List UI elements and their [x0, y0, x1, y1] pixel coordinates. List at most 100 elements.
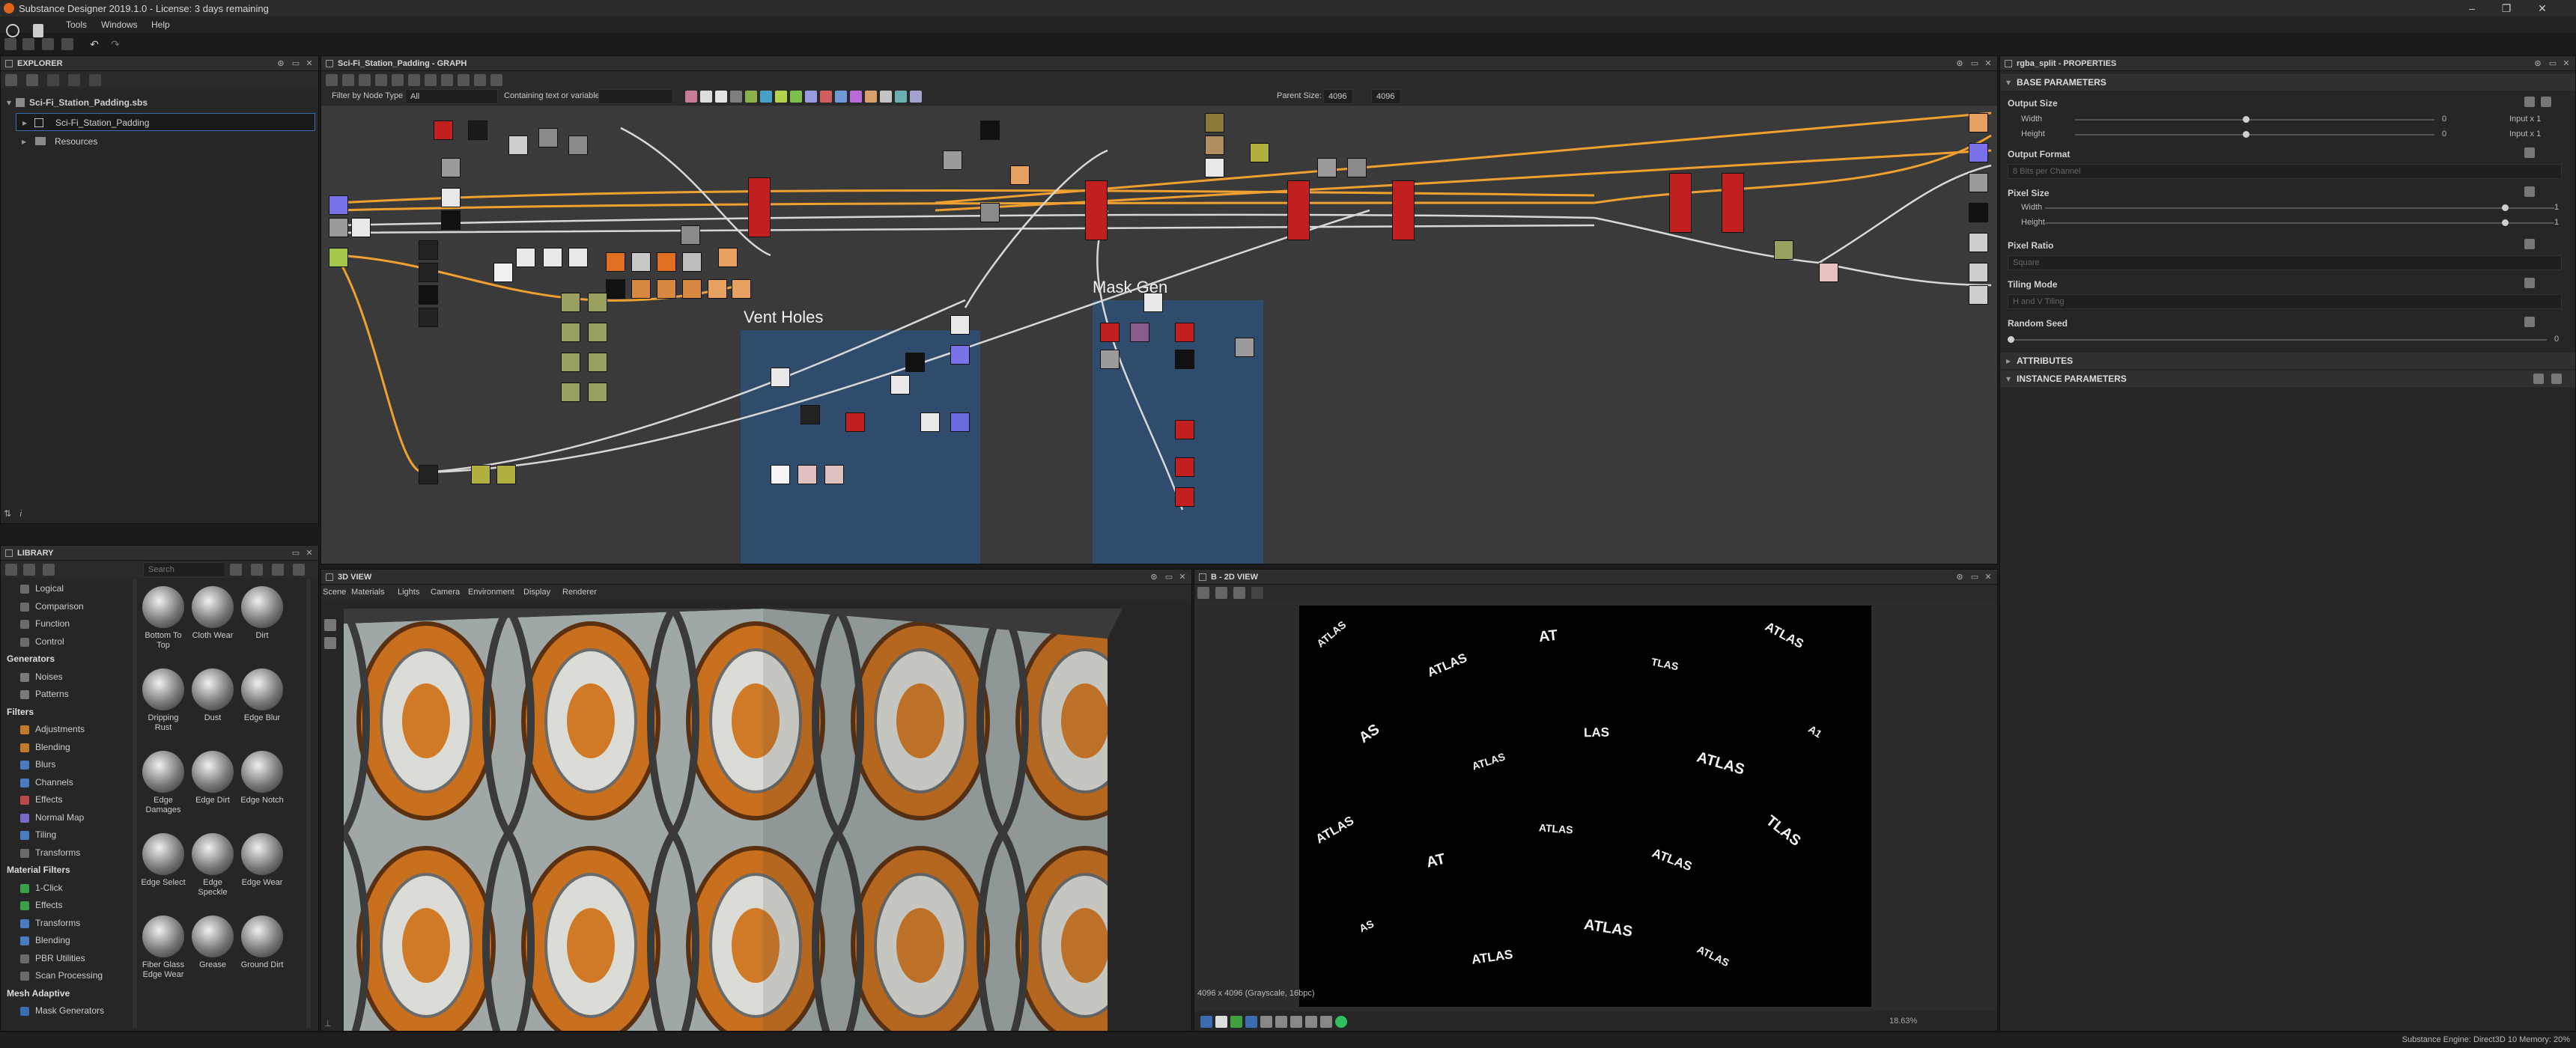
graph-node[interactable]: [568, 248, 588, 267]
graph-node[interactable]: [845, 412, 865, 432]
graph-node[interactable]: [631, 279, 651, 299]
library-category-header[interactable]: Generators: [7, 654, 55, 664]
palette-icon[interactable]: [730, 91, 742, 103]
graph-node[interactable]: [606, 279, 625, 299]
3d-viewport[interactable]: [344, 609, 1123, 1031]
graph-node[interactable]: [419, 465, 438, 484]
graph-node[interactable]: [471, 465, 490, 484]
graph-node-output[interactable]: [1969, 113, 1988, 132]
graph-node[interactable]: [588, 323, 607, 342]
graph-node[interactable]: [1317, 158, 1337, 177]
palette-icon[interactable]: [880, 91, 892, 103]
graph-node[interactable]: [606, 252, 625, 272]
library-category-item[interactable]: Effects: [35, 900, 62, 910]
select-tool-icon[interactable]: [326, 74, 338, 86]
link-icon[interactable]: [2524, 186, 2535, 197]
random-seed-slider[interactable]: [2008, 339, 2547, 341]
library-category-item[interactable]: Normal Map: [35, 812, 84, 823]
new-icon[interactable]: [4, 38, 16, 50]
section-attributes[interactable]: ▸ ATTRIBUTES: [2000, 353, 2575, 369]
maximize-button[interactable]: ❐: [2489, 0, 2524, 16]
pin-icon[interactable]: ⊙: [1149, 573, 1158, 582]
palette-icon[interactable]: [685, 91, 697, 103]
tiling-mode-select[interactable]: H and V Tiling: [2008, 294, 2562, 309]
graph-node[interactable]: [950, 315, 970, 335]
graph-node[interactable]: [980, 203, 1000, 222]
library-thumbnail[interactable]: [192, 916, 234, 957]
pixel-height-value[interactable]: 1: [2554, 218, 2559, 227]
graph-node[interactable]: [1774, 240, 1793, 260]
pixel-width-slider[interactable]: [2045, 207, 2554, 209]
camera-icon[interactable]: [359, 74, 371, 86]
library-scrollbar[interactable]: [133, 579, 137, 1028]
library-category-item[interactable]: Scan Processing: [35, 970, 103, 981]
graph-node[interactable]: [950, 345, 970, 365]
grid-icon[interactable]: [1260, 1016, 1272, 1028]
graph-node[interactable]: [1143, 293, 1163, 312]
output-height-knob[interactable]: [2243, 131, 2250, 138]
graph-node-blend[interactable]: [1669, 173, 1692, 233]
settings-icon[interactable]: [293, 564, 305, 576]
library-category-header[interactable]: Filters: [7, 707, 34, 717]
graph-node[interactable]: [419, 263, 438, 282]
graph-node[interactable]: [1235, 338, 1254, 357]
graph-node[interactable]: [543, 248, 562, 267]
edit-icon[interactable]: [2533, 374, 2544, 384]
section-instance-parameters[interactable]: ▾ INSTANCE PARAMETERS: [2000, 371, 2575, 387]
graph-node[interactable]: [441, 158, 461, 177]
close-icon[interactable]: ✕: [1984, 59, 1993, 68]
palette-icon[interactable]: [820, 91, 832, 103]
new-graph-icon[interactable]: [22, 38, 34, 50]
undo-icon[interactable]: ↶: [88, 38, 100, 50]
library-category-header[interactable]: Material Filters: [7, 865, 70, 875]
graph-node[interactable]: [708, 279, 727, 299]
menu-windows[interactable]: Windows: [101, 19, 138, 30]
random-seed-knob[interactable]: [2008, 336, 2014, 343]
library-category-item[interactable]: Tiling: [35, 829, 56, 840]
menu-tools[interactable]: Tools: [66, 19, 87, 30]
graph-node[interactable]: [561, 383, 580, 402]
graph-node[interactable]: [681, 225, 700, 245]
library-thumbnail[interactable]: [241, 751, 283, 793]
library-edit-icon[interactable]: [43, 564, 55, 576]
palette-icon[interactable]: [745, 91, 757, 103]
graph-node[interactable]: [980, 121, 1000, 140]
pin-icon[interactable]: ⊙: [1955, 573, 1964, 582]
graph-node-blend[interactable]: [1722, 173, 1744, 233]
link-icon[interactable]: [2524, 278, 2535, 288]
library-category-item[interactable]: Blending: [35, 742, 70, 752]
library-category-header[interactable]: Mesh Adaptive: [7, 988, 70, 999]
library-view-icon[interactable]: [5, 564, 17, 576]
library-category-item[interactable]: Function: [35, 618, 70, 629]
save-image-icon[interactable]: [1215, 587, 1227, 599]
menu-environment[interactable]: Environment: [468, 588, 514, 597]
graph-node[interactable]: [771, 368, 790, 387]
library-thumbnail[interactable]: [241, 586, 283, 628]
grid-view-icon[interactable]: [272, 564, 284, 576]
pixel-ratio-select[interactable]: Square: [2008, 255, 2562, 270]
library-thumbnail[interactable]: [192, 586, 234, 628]
menu-scene[interactable]: Scene: [323, 588, 346, 597]
graph-node-blend[interactable]: [1392, 180, 1415, 240]
pan-tool-icon[interactable]: [342, 74, 354, 86]
library-thumbnail[interactable]: [241, 833, 283, 875]
expand-arrow-icon[interactable]: ▸: [22, 114, 27, 132]
graph-node[interactable]: [561, 293, 580, 312]
graph-node[interactable]: [1130, 323, 1149, 342]
link-icon[interactable]: [2524, 317, 2535, 327]
graph-node[interactable]: [419, 240, 438, 260]
settings-icon[interactable]: [474, 74, 486, 86]
layout-icon[interactable]: [458, 74, 470, 86]
graph-node-output[interactable]: [1969, 143, 1988, 162]
float-icon[interactable]: ▭: [1970, 573, 1979, 582]
graph-node[interactable]: [1100, 323, 1120, 342]
library-category-item[interactable]: Adjustments: [35, 724, 85, 734]
graph-node[interactable]: [568, 135, 588, 155]
close-icon[interactable]: ✕: [305, 549, 314, 558]
graph-node[interactable]: [905, 353, 925, 372]
reset-icon[interactable]: [2541, 97, 2551, 107]
graph-node[interactable]: [1205, 135, 1224, 155]
graph-node-output[interactable]: [1969, 173, 1988, 192]
graph-node[interactable]: [351, 218, 371, 237]
library-category-item[interactable]: Blending: [35, 935, 70, 945]
